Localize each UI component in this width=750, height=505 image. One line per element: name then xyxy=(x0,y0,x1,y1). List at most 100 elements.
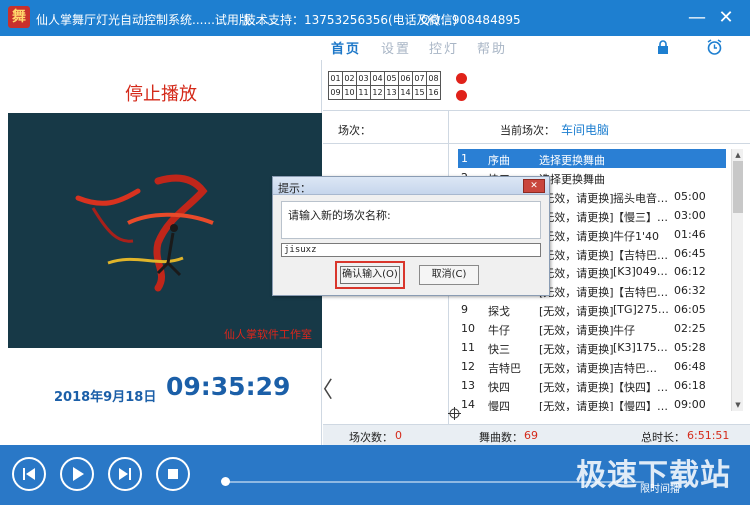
channel-cell[interactable]: 02 xyxy=(342,71,357,86)
song-row[interactable]: 9 探戈 [无效，请更换] [TG]275… 06:05 xyxy=(458,300,726,319)
divider xyxy=(323,110,750,111)
confirm-button[interactable]: 确认输入(O) xyxy=(340,266,400,284)
song-duration: 03:00 xyxy=(674,208,706,222)
clock-display: 09:35:29 xyxy=(166,372,291,401)
song-duration: 02:25 xyxy=(674,322,706,336)
song-status: [无效，请更换] xyxy=(539,361,614,375)
song-status: 选择更换舞曲 xyxy=(539,154,605,167)
channel-cell[interactable]: 04 xyxy=(370,71,385,86)
minimize-button[interactable]: — xyxy=(687,8,707,28)
play-button[interactable] xyxy=(60,457,94,491)
song-duration: 06:05 xyxy=(674,303,706,317)
song-row[interactable]: 10 牛仔 [无效，请更换] 牛仔 02:25 xyxy=(458,319,726,338)
cancel-button[interactable]: 取消(C) xyxy=(419,265,479,285)
dialog-title-bar: 提示： ✕ xyxy=(273,177,549,195)
channel-cell[interactable]: 01 xyxy=(328,71,343,86)
song-track: 【慢四】… xyxy=(613,399,668,411)
song-status: [无效，请更换] xyxy=(539,380,614,394)
song-dance-type: 吉特巴 xyxy=(488,361,521,375)
nav-bar: 首页 设置 控灯 帮助 xyxy=(0,36,750,60)
close-button[interactable]: ✕ xyxy=(716,8,736,28)
song-duration: 06:48 xyxy=(674,359,706,373)
limit-time-label: 限时间播 xyxy=(640,484,680,495)
dialog-title: 提示： xyxy=(278,182,311,195)
channel-cell[interactable]: 05 xyxy=(384,71,399,86)
song-track: 摇头电音… xyxy=(613,191,668,205)
song-list-scrollbar[interactable]: ▲ ▼ xyxy=(731,149,743,411)
channel-cell[interactable]: 09 xyxy=(328,85,343,100)
song-status: [无效，请更换] xyxy=(539,343,614,356)
tab-help[interactable]: 帮助 xyxy=(477,38,507,57)
song-status: [无效，请更换] xyxy=(539,399,614,411)
channel-cell[interactable]: 13 xyxy=(384,85,399,100)
song-duration: 06:12 xyxy=(674,265,706,279)
status-indicator-red xyxy=(456,90,467,101)
song-row[interactable]: 12 吉特巴 [无效，请更换] 吉特巴… 06:48 xyxy=(458,357,726,376)
song-dance-type: 牛仔 xyxy=(488,324,510,338)
skip-forward-icon xyxy=(119,468,131,480)
input-dialog: 提示： ✕ 请输入新的场次名称: jisuxz 确认输入(O) 取消(C) xyxy=(272,176,550,296)
previous-button[interactable] xyxy=(12,457,46,491)
lock-icon[interactable] xyxy=(656,40,670,54)
scroll-down-icon[interactable]: ▼ xyxy=(732,399,744,411)
app-title: 仙人掌舞厅灯光自动控制系统......试用版...... xyxy=(36,13,274,27)
song-row[interactable]: 11 快三 [无效，请更换] [K3]175… 05:28 xyxy=(458,338,726,357)
channel-cell[interactable]: 11 xyxy=(356,85,371,100)
song-track: 【吉特巴… xyxy=(613,248,668,262)
song-number: 12 xyxy=(461,359,475,373)
song-row[interactable]: 1 序曲 选择更换舞曲 xyxy=(458,149,726,168)
song-track: 牛仔1'40 xyxy=(613,229,660,243)
channel-cell[interactable]: 14 xyxy=(398,85,413,100)
channel-cell[interactable]: 03 xyxy=(356,71,371,86)
song-number: 11 xyxy=(461,341,475,354)
channel-cell[interactable]: 07 xyxy=(412,71,427,86)
channel-cell[interactable]: 15 xyxy=(412,85,427,100)
song-number: 9 xyxy=(461,303,468,317)
song-status: [无效，请更换] xyxy=(539,248,614,262)
song-track: 牛仔 xyxy=(613,324,635,338)
channel-cell[interactable]: 16 xyxy=(426,85,441,100)
next-button[interactable] xyxy=(108,457,142,491)
song-track: 吉特巴… xyxy=(613,361,657,375)
collapse-panel-button[interactable]: 〈 xyxy=(311,372,333,404)
scroll-up-icon[interactable]: ▲ xyxy=(732,149,744,161)
stats-bar: 场次数： 0 舞曲数： 69 总时长： 6:51:51 xyxy=(323,424,750,445)
total-duration-value: 6:51:51 xyxy=(687,429,730,442)
song-number: 1 xyxy=(461,152,468,165)
studio-watermark: 仙人掌软件工作室 xyxy=(224,328,312,341)
channel-cell[interactable]: 08 xyxy=(426,71,441,86)
channel-cell[interactable]: 12 xyxy=(370,85,385,100)
dialog-close-button[interactable]: ✕ xyxy=(523,179,545,193)
channel-cell[interactable]: 06 xyxy=(398,71,413,86)
song-track: [K3]049… xyxy=(613,265,668,279)
song-status: [无效，请更换] xyxy=(539,191,614,205)
song-dance-type: 探戈 xyxy=(488,305,510,319)
current-scene-label: 当前场次： xyxy=(500,124,555,137)
alarm-clock-icon[interactable] xyxy=(706,39,723,56)
song-duration: 06:45 xyxy=(674,246,706,260)
song-status: [无效，请更换] xyxy=(539,305,614,319)
scene-name-input[interactable]: jisuxz xyxy=(281,243,541,257)
song-track: [K3]175… xyxy=(613,341,668,354)
progress-slider-knob[interactable] xyxy=(221,477,230,486)
tab-home[interactable]: 首页 xyxy=(331,38,361,57)
song-duration: 06:18 xyxy=(674,378,706,392)
stop-button[interactable] xyxy=(156,457,190,491)
tab-light-control[interactable]: 控灯 xyxy=(429,38,459,57)
song-number: 13 xyxy=(461,378,475,392)
song-status: [无效，请更换] xyxy=(539,210,614,224)
channel-cell[interactable]: 10 xyxy=(342,85,357,100)
song-status: [无效，请更换] xyxy=(539,286,614,300)
scroll-thumb[interactable] xyxy=(733,161,743,213)
playback-status: 停止播放 xyxy=(125,84,197,105)
current-scene-value[interactable]: 车间电脑 xyxy=(561,121,609,138)
song-duration: 06:32 xyxy=(674,284,706,298)
crosshair-icon[interactable] xyxy=(448,407,461,420)
song-row[interactable]: 14 慢四 [无效，请更换] 【慢四】… 09:00 xyxy=(458,395,726,411)
song-row[interactable]: 13 快四 [无效，请更换] 【快四】… 06:18 xyxy=(458,376,726,395)
divider xyxy=(323,143,750,144)
song-track: 【吉特巴… xyxy=(613,286,668,300)
tab-settings[interactable]: 设置 xyxy=(381,38,411,57)
channel-grid: 01 02 03 04 05 06 07 08 09 10 11 12 13 1… xyxy=(328,71,441,100)
song-dance-type: 慢四 xyxy=(488,399,510,411)
